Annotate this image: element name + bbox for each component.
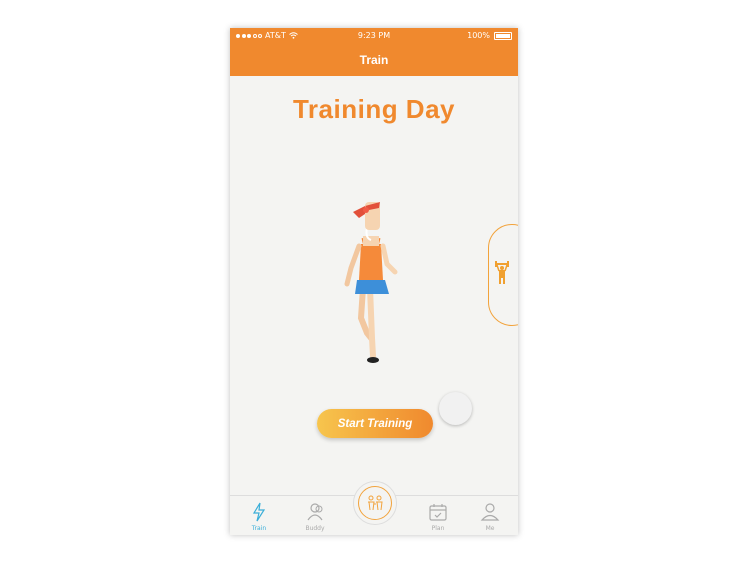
side-drawer-tab[interactable]	[488, 224, 518, 326]
calendar-icon	[429, 504, 447, 521]
page-title: Training Day	[292, 94, 456, 124]
runner-illustration	[344, 202, 398, 363]
nav-title: Train	[359, 53, 389, 67]
tab-plan-label: Plan	[431, 525, 445, 532]
tab-plan[interactable]: Plan	[418, 496, 458, 535]
tab-me[interactable]: Me	[470, 496, 510, 535]
person-icon	[480, 503, 500, 521]
battery-icon	[494, 31, 512, 40]
phone-screen: AT&T 9:23 PM 100% Train Training Day Sta…	[230, 28, 518, 535]
tab-buddy[interactable]: Buddy	[295, 496, 335, 535]
status-bar: AT&T 9:23 PM 100%	[230, 28, 518, 46]
tab-train[interactable]: Train	[239, 496, 279, 535]
nav-bar: Train	[230, 46, 518, 76]
weightlifting-icon	[495, 261, 509, 284]
battery-percent: 100%	[467, 31, 490, 40]
lightning-icon	[252, 502, 266, 522]
tab-buddy-label: Buddy	[305, 525, 325, 532]
group-icon	[368, 495, 383, 511]
floating-circle-button[interactable]	[439, 392, 472, 425]
center-group-button[interactable]	[353, 481, 397, 525]
tab-me-label: Me	[485, 525, 495, 532]
tab-train-label: Train	[251, 525, 267, 532]
buddy-icon	[307, 503, 323, 521]
start-training-button[interactable]: Start Training	[317, 409, 433, 438]
